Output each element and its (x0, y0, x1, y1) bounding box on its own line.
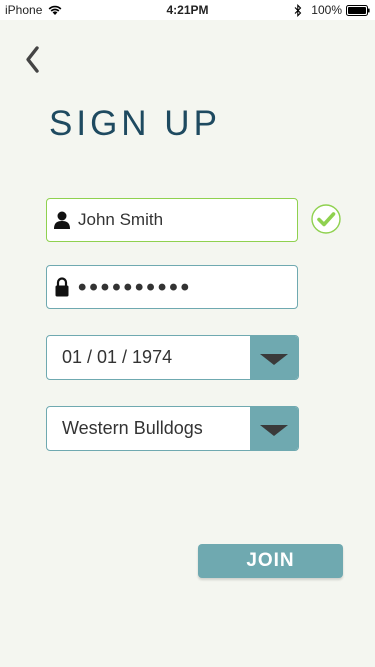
chevron-left-icon (26, 46, 39, 73)
battery-percentage: 100% (311, 3, 342, 17)
join-button[interactable]: JOIN (198, 544, 343, 578)
password-field[interactable]: •••••••••• (46, 265, 298, 309)
back-button[interactable] (22, 45, 46, 75)
bluetooth-icon (294, 3, 302, 17)
dropdown-arrow-button[interactable] (250, 336, 298, 379)
status-right: 100% (294, 3, 370, 17)
status-bar: iPhone 4:21PM 100% (0, 0, 375, 20)
team-select[interactable]: Western Bulldogs (46, 406, 299, 451)
triangle-down-icon (260, 425, 288, 436)
dropdown-arrow-button[interactable] (250, 407, 298, 450)
battery-icon (346, 4, 370, 16)
password-input[interactable]: •••••••••• (78, 266, 288, 308)
person-icon (54, 210, 70, 230)
lock-icon (54, 277, 70, 297)
name-field[interactable] (46, 198, 298, 242)
check-circle-icon (311, 204, 341, 234)
triangle-down-icon (260, 354, 288, 365)
date-of-birth-select[interactable]: 01 / 01 / 1974 (46, 335, 299, 380)
team-value: Western Bulldogs (62, 418, 203, 438)
date-of-birth-value: 01 / 01 / 1974 (62, 347, 173, 367)
name-input[interactable] (78, 199, 288, 241)
page-title: SIGN UP (49, 104, 221, 143)
